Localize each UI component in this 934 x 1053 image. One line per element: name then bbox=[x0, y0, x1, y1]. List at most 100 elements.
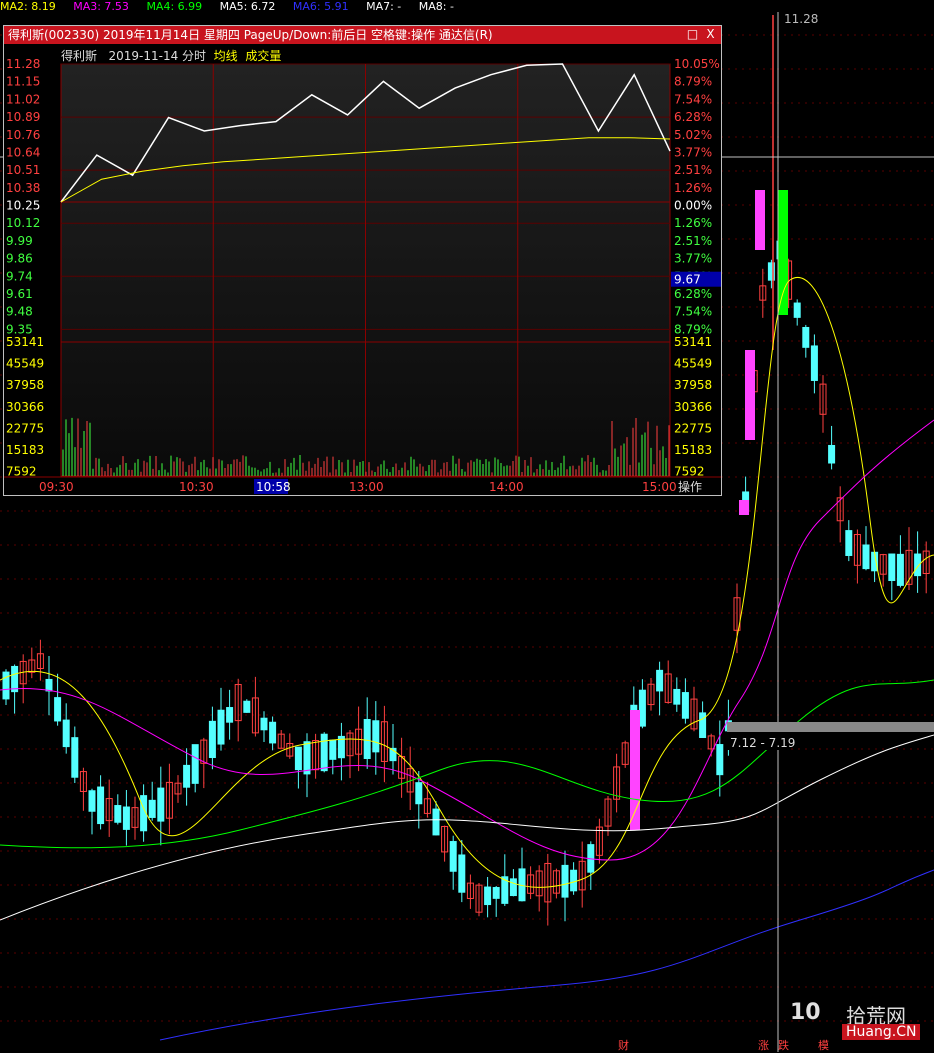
price-tick: 10.89 bbox=[6, 110, 40, 124]
pct-tick: 6.28% bbox=[674, 110, 712, 124]
candle bbox=[638, 689, 646, 727]
candle bbox=[303, 741, 311, 775]
candle bbox=[62, 719, 70, 748]
candle bbox=[810, 345, 818, 381]
candle bbox=[699, 712, 707, 739]
candle bbox=[260, 717, 268, 731]
candle bbox=[208, 720, 216, 759]
big-candle bbox=[739, 500, 749, 515]
volume-tick: 45549 bbox=[6, 357, 44, 371]
operate-label: 操作 bbox=[678, 479, 702, 494]
candle bbox=[845, 530, 853, 556]
time-tick: 10:30 bbox=[179, 480, 214, 494]
pct-tick: 5.02% bbox=[674, 128, 712, 142]
volume-tick-right: 53141 bbox=[674, 335, 712, 349]
candle bbox=[97, 786, 105, 825]
candle bbox=[888, 553, 896, 582]
time-tick: 10:58 bbox=[256, 480, 291, 494]
pct-tick: 1.26% bbox=[674, 181, 712, 195]
candle bbox=[716, 744, 724, 776]
candle bbox=[828, 444, 836, 464]
candle bbox=[681, 692, 689, 719]
price-tick: 11.28 bbox=[6, 57, 40, 71]
candle bbox=[122, 806, 130, 830]
candle bbox=[191, 744, 199, 784]
volume-tick-right: 45549 bbox=[674, 357, 712, 371]
pct-tick: 7.54% bbox=[674, 305, 712, 319]
candle bbox=[802, 326, 810, 348]
watermark-logo: 10 bbox=[790, 1000, 821, 1025]
ma2-label: MA2: 8.19 bbox=[0, 0, 56, 13]
high-price-tag: 11.28 bbox=[784, 12, 819, 26]
volume-tick-right: 30366 bbox=[674, 400, 712, 414]
candle bbox=[269, 721, 277, 744]
candle bbox=[329, 739, 337, 760]
pct-tick: 3.77% bbox=[674, 252, 712, 266]
price-tick: 10.38 bbox=[6, 181, 40, 195]
cursor-price: 9.67 bbox=[674, 273, 701, 287]
candle bbox=[896, 553, 904, 586]
mark-fall[interactable]: 跌 bbox=[778, 1037, 789, 1053]
big-candle bbox=[778, 190, 788, 315]
mark-model[interactable]: 模 bbox=[818, 1037, 829, 1053]
candle bbox=[862, 544, 870, 570]
pct-tick: 7.54% bbox=[674, 92, 712, 106]
intraday-popup[interactable]: 得利斯(002330) 2019年11月14日 星期四 PageUp/Down:… bbox=[3, 25, 722, 496]
ma6-label: MA6: 5.91 bbox=[292, 0, 349, 13]
price-tick: 10.76 bbox=[6, 128, 40, 142]
candle bbox=[415, 782, 423, 805]
volume-tick: 22775 bbox=[6, 421, 44, 435]
time-tick: 15:00 bbox=[642, 480, 677, 494]
candle bbox=[243, 700, 251, 713]
candle bbox=[673, 688, 681, 705]
mark-finance[interactable]: 财 bbox=[618, 1037, 629, 1053]
volume-tick-right: 37958 bbox=[674, 378, 712, 392]
time-tick: 13:00 bbox=[349, 480, 384, 494]
price-zone-band bbox=[727, 722, 934, 732]
candle bbox=[71, 737, 79, 778]
price-tick: 9.48 bbox=[6, 305, 33, 319]
candle bbox=[183, 764, 191, 788]
candle bbox=[492, 887, 500, 899]
ma5-label: MA5: 6.72 bbox=[219, 0, 276, 13]
big-candle bbox=[755, 190, 765, 250]
ma4-label: MA4: 6.99 bbox=[146, 0, 203, 13]
candle bbox=[793, 302, 801, 318]
price-tick: 11.15 bbox=[6, 75, 40, 89]
candle bbox=[509, 878, 517, 897]
pct-tick: 3.77% bbox=[674, 145, 712, 159]
pct-tick: 10.05% bbox=[674, 57, 720, 71]
candle bbox=[363, 718, 371, 760]
price-tick: 9.99 bbox=[6, 234, 33, 248]
candle bbox=[561, 864, 569, 898]
candle bbox=[54, 697, 62, 722]
price-tick: 10.64 bbox=[6, 145, 40, 159]
candle bbox=[656, 669, 664, 692]
candle bbox=[45, 678, 53, 692]
candle bbox=[88, 790, 96, 812]
pct-tick: 2.51% bbox=[674, 234, 712, 248]
pct-tick: 8.79% bbox=[674, 75, 712, 89]
volume-tick: 37958 bbox=[6, 378, 44, 392]
price-tick: 9.86 bbox=[6, 252, 33, 266]
candle bbox=[372, 720, 380, 753]
intraday-chart[interactable]: 11.28 10.05% 11.15 8.79% 11.02 7.54% 10.89 6.28… bbox=[4, 26, 721, 495]
price-tick: 10.25 bbox=[6, 199, 40, 213]
pct-tick: 2.51% bbox=[674, 163, 712, 177]
price-tick: 10.51 bbox=[6, 163, 40, 177]
candle bbox=[458, 854, 466, 893]
candle bbox=[320, 733, 328, 772]
mark-rise[interactable]: 涨 bbox=[758, 1037, 769, 1053]
price-tick: 11.02 bbox=[6, 92, 40, 106]
pct-tick: 1.26% bbox=[674, 216, 712, 230]
candle bbox=[226, 707, 234, 723]
price-tick: 9.74 bbox=[6, 269, 33, 283]
candle bbox=[484, 886, 492, 906]
watermark-en: Huang.CN bbox=[842, 1024, 921, 1040]
volume-tick-right: 22775 bbox=[674, 421, 712, 435]
candle bbox=[432, 808, 440, 836]
volume-tick: 53141 bbox=[6, 335, 44, 349]
candle bbox=[294, 746, 302, 771]
volume-tick: 30366 bbox=[6, 400, 44, 414]
pct-tick: 0.00% bbox=[674, 199, 712, 213]
